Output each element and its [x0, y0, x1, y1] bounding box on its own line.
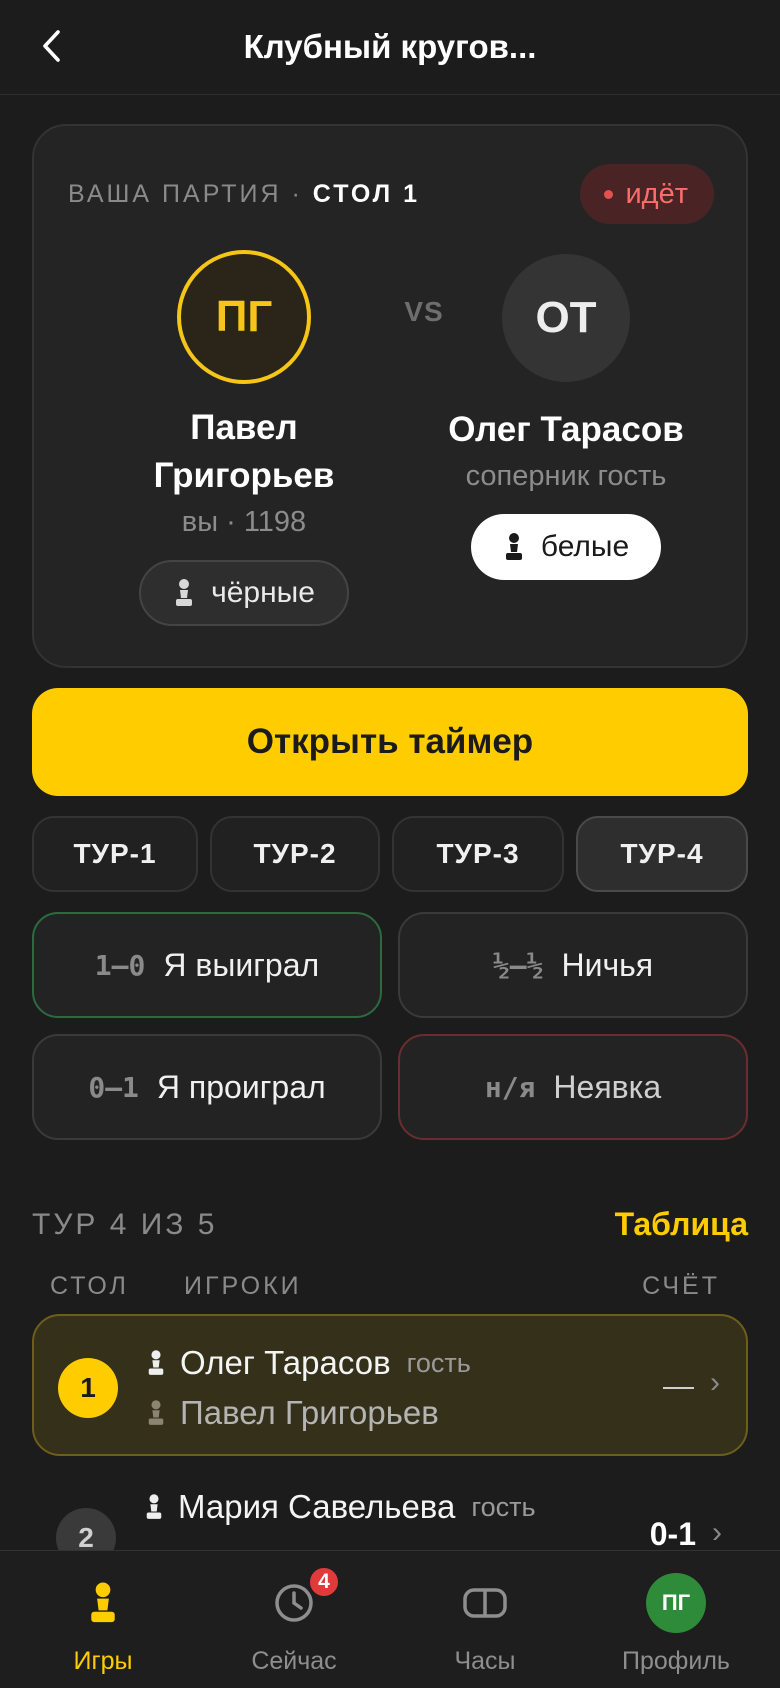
result-draw-code: ½–½	[492, 948, 544, 982]
top-bar: Клубный кругов...	[0, 0, 780, 95]
result-noshow-code: н/я	[484, 1070, 536, 1104]
standings-link[interactable]: Таблица	[615, 1206, 748, 1243]
result-win-label: Я выиграл	[163, 946, 320, 983]
column-header-players: ИГРОКИ	[184, 1272, 302, 1300]
chess-clock-icon	[390, 1581, 580, 1629]
row-score: 0-1	[649, 1516, 696, 1552]
player-me-name: Павел Григорьев	[74, 404, 414, 500]
screen: Клубный кругов... ВАША ПАРТИЯ · СТОЛ 1 и…	[0, 0, 780, 1688]
row-score: —	[663, 1368, 694, 1403]
nav-games-label: Игры	[73, 1647, 133, 1675]
result-draw-label: Ничья	[561, 946, 654, 983]
player-opponent-name: Олег Тарасов	[448, 410, 684, 449]
pawn-icon	[8, 1581, 198, 1629]
black-pawn-icon	[148, 1400, 164, 1425]
current-game-card: ВАША ПАРТИЯ · СТОЛ 1 идёт ПГ Павел Григо…	[32, 124, 748, 668]
nav-clock-label: Часы	[454, 1647, 516, 1675]
bottom-nav: Игры 4 Сейчас Часы ПГ Профиль	[0, 1550, 780, 1688]
nav-profile[interactable]: ПГ Профиль	[581, 1551, 771, 1688]
white-player-name: Олег Тарасов	[180, 1344, 391, 1381]
nav-profile-label: Профиль	[622, 1647, 730, 1675]
nav-clock[interactable]: Часы	[390, 1551, 580, 1688]
avatar-opponent: ОТ	[502, 254, 630, 382]
white-pawn-icon	[146, 1494, 162, 1519]
result-noshow-label: Неявка	[553, 1068, 662, 1105]
player-opponent: ОТ Олег Тарасов соперник гость белые	[416, 250, 716, 580]
white-pawn-icon	[148, 1350, 164, 1375]
player-me-color-chip: чёрные	[139, 560, 349, 626]
white-player-tag: гость	[406, 1347, 471, 1378]
player-me: ПГ Павел Григорьев вы · 1198 чёрные	[74, 250, 414, 626]
board-number: 1	[58, 1358, 118, 1418]
white-player-tag: гость	[471, 1491, 536, 1522]
result-loss-code: 0–1	[88, 1070, 139, 1104]
result-loss-label: Я проиграл	[156, 1068, 326, 1105]
result-noshow-button[interactable]: н/я Неявка	[398, 1034, 748, 1140]
status-text: идёт	[625, 177, 688, 210]
player-opponent-subtitle: соперник гость	[465, 460, 667, 492]
game-card-label-text: ВАША ПАРТИЯ ·	[68, 180, 313, 208]
tab-round-1[interactable]: ТУР-1	[32, 816, 198, 892]
chevron-right-icon: ›	[712, 1516, 722, 1549]
avatar: ПГ	[646, 1573, 706, 1633]
nav-now-label: Сейчас	[251, 1647, 337, 1675]
avatar-me: ПГ	[177, 250, 311, 384]
pawn-icon	[505, 533, 522, 560]
player-me-rating: вы · 1198	[181, 506, 307, 538]
player-me-color: чёрные	[211, 576, 315, 609]
player-opponent-color: белые	[540, 530, 630, 563]
column-header-table: СТОЛ	[50, 1272, 129, 1300]
clock-icon	[199, 1581, 389, 1629]
notification-badge: 4	[307, 1565, 341, 1599]
black-player-name: Павел Григорьев	[180, 1394, 439, 1431]
round-list-title: ТУР 4 ИЗ 5	[32, 1208, 218, 1241]
tab-round-2[interactable]: ТУР-2	[210, 816, 380, 892]
game-card-label: ВАША ПАРТИЯ · СТОЛ 1	[68, 180, 420, 209]
white-player-name: Мария Савельева	[178, 1488, 456, 1525]
result-win-button[interactable]: 1–0 Я выиграл	[32, 912, 382, 1018]
result-draw-button[interactable]: ½–½ Ничья	[398, 912, 748, 1018]
status-badge: идёт	[580, 164, 714, 224]
tab-round-3[interactable]: ТУР-3	[392, 816, 564, 892]
open-timer-button[interactable]: Открыть таймер	[32, 688, 748, 796]
live-dot-icon	[604, 189, 614, 199]
table-row[interactable]: 1 Олег Тарасов гость Павел Григорьев — ›	[32, 1314, 748, 1456]
chevron-right-icon: ›	[710, 1366, 720, 1399]
column-header-score: СЧЁТ	[642, 1272, 720, 1300]
result-win-code: 1–0	[94, 948, 146, 982]
player-me-last-name: Григорьев	[153, 456, 335, 495]
white-player-line: Мария Савельева гость	[144, 1488, 536, 1526]
page-title: Клубный кругов...	[243, 28, 537, 65]
result-loss-button[interactable]: 0–1 Я проиграл	[32, 1034, 382, 1140]
table-number: СТОЛ 1	[312, 180, 421, 208]
black-player-line: Павел Григорьев	[146, 1394, 439, 1432]
tab-round-4[interactable]: ТУР-4	[576, 816, 748, 892]
white-player-line: Олег Тарасов гость	[146, 1344, 471, 1382]
player-opponent-color-chip: белые	[470, 514, 662, 580]
profile-avatar-wrap: ПГ	[581, 1573, 771, 1633]
player-me-first-name: Павел	[190, 408, 298, 447]
pawn-icon	[176, 579, 193, 606]
nav-games[interactable]: Игры	[8, 1551, 198, 1688]
nav-now[interactable]: 4 Сейчас	[199, 1551, 389, 1688]
